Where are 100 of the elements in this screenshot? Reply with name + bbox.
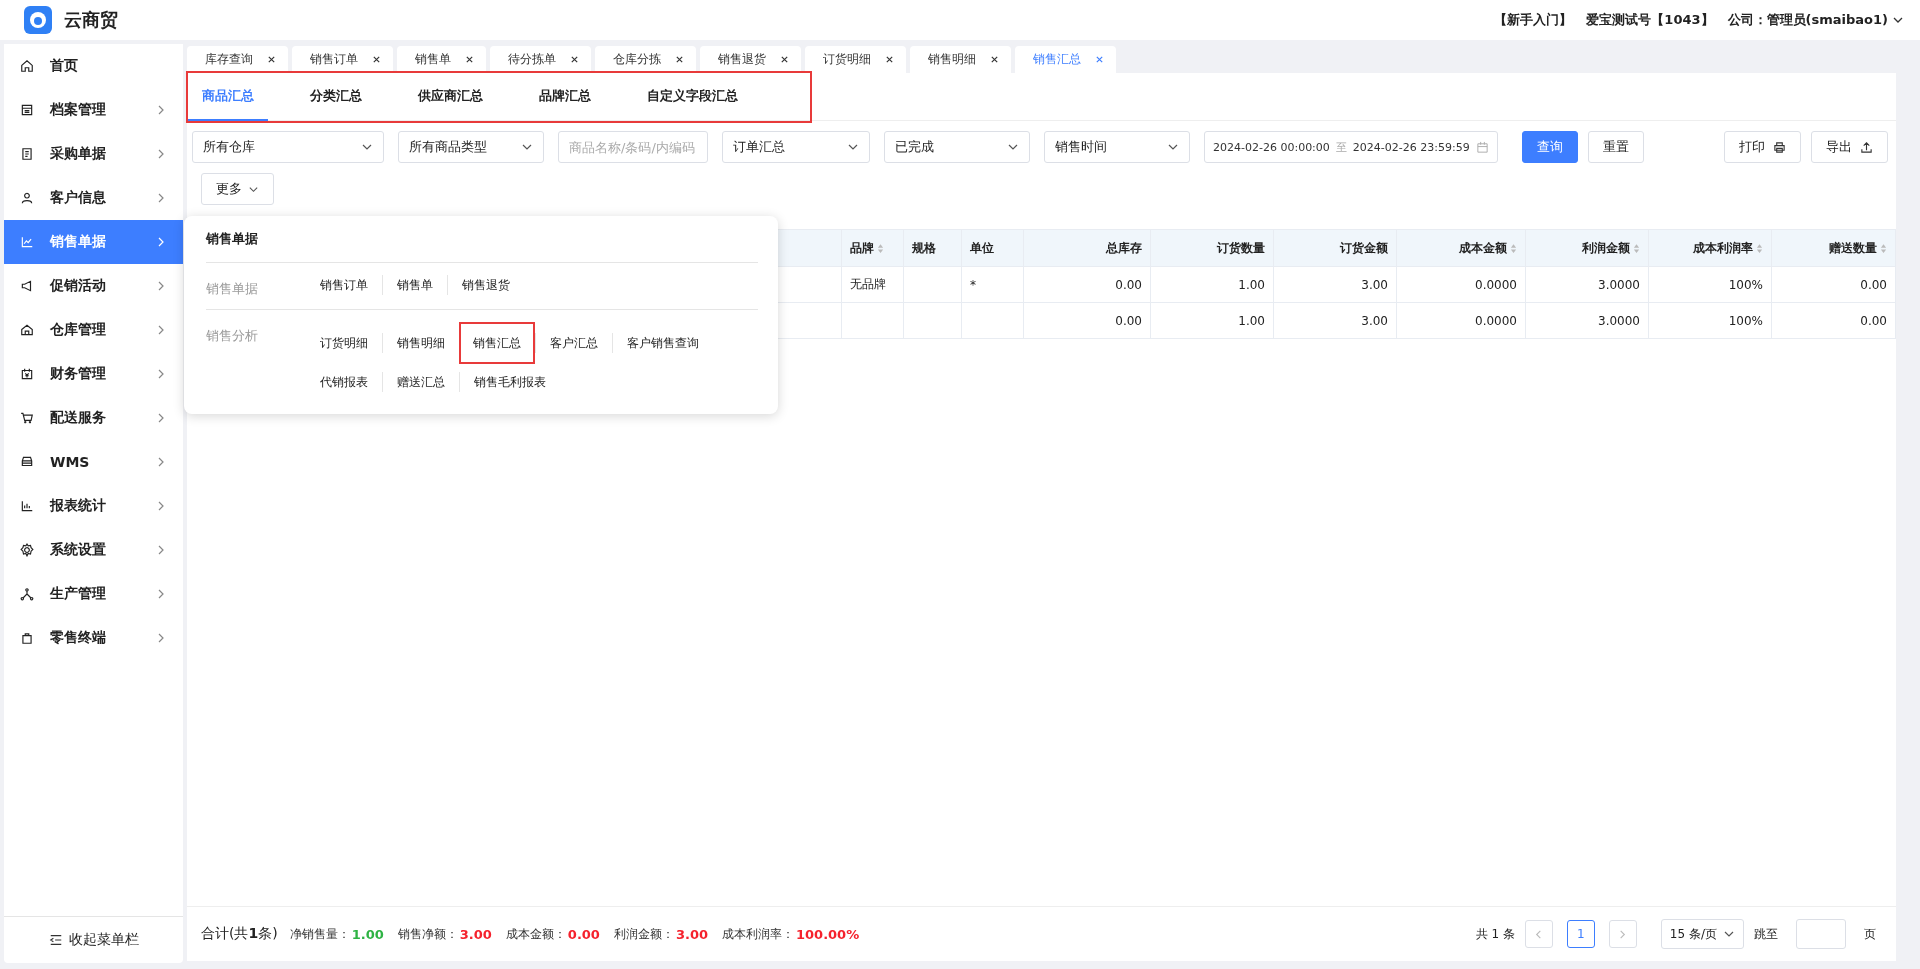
page-tab[interactable]: 销售退货	[700, 46, 801, 73]
stat-label: 利润金额：	[613, 925, 674, 943]
select-field[interactable]: 已完成	[884, 131, 1030, 163]
stat-label: 成本利润率：	[722, 925, 794, 943]
page-button[interactable]: 1	[1566, 920, 1595, 948]
menu-icon	[20, 631, 34, 645]
table-cell: 100%	[1728, 313, 1763, 328]
page-tab[interactable]: 销售订单	[292, 46, 393, 73]
close-icon[interactable]	[267, 55, 276, 64]
menu-icon	[20, 103, 34, 117]
more-button[interactable]: 更多	[201, 173, 274, 205]
sub-tab[interactable]: 品牌汇总	[525, 73, 605, 121]
sidebar-item[interactable]: 促销活动	[4, 264, 183, 308]
menu-link[interactable]: 销售汇总	[459, 322, 535, 364]
sub-tab[interactable]: 商品汇总	[188, 73, 268, 121]
close-icon[interactable]	[372, 55, 381, 64]
menu-icon	[20, 543, 34, 557]
menu-link[interactable]: 销售明细	[382, 333, 459, 353]
menu-icon	[20, 455, 34, 469]
page-tab[interactable]: 库存查询	[187, 46, 288, 73]
menu-icon	[20, 235, 34, 249]
column-header: 品牌	[841, 229, 904, 267]
column-header: 赠送数量	[1771, 229, 1896, 267]
query-button[interactable]: 查询	[1521, 131, 1578, 163]
table-cell: 0.00	[1115, 277, 1142, 292]
table-cell: 0.00	[1115, 313, 1142, 328]
sidebar-item[interactable]: 档案管理	[4, 88, 183, 132]
stat-value: 3.00	[459, 926, 492, 942]
menu-link[interactable]: 订货明细	[306, 333, 382, 353]
column-header: 订货数量	[1150, 229, 1274, 267]
menu-icon	[20, 279, 34, 293]
sidebar-item[interactable]: 销售单据	[4, 220, 183, 264]
sidebar-item[interactable]: 仓库管理	[4, 308, 183, 352]
app-logo	[24, 6, 52, 34]
column-header: 订货金额	[1273, 229, 1397, 267]
total-count: 共 1 条	[1475, 925, 1515, 943]
close-icon[interactable]	[465, 55, 474, 64]
table-cell: 1.00	[1238, 313, 1265, 328]
menu-icon	[20, 499, 34, 513]
sidebar-item[interactable]: 系统设置	[4, 528, 183, 572]
menu-link[interactable]: 销售毛利报表	[459, 372, 560, 392]
stat-value: 0.00	[567, 926, 600, 942]
close-icon[interactable]	[570, 55, 579, 64]
page-size-select[interactable]: 15 条/页	[1660, 919, 1744, 949]
sidebar-item[interactable]: 零售终端	[4, 616, 183, 660]
search-field[interactable]: 商品名称/条码/内编码	[558, 131, 708, 163]
sidebar-item[interactable]: WMS	[4, 440, 183, 484]
select-field[interactable]: 所有仓库	[192, 131, 384, 163]
page-tab[interactable]: 销售单	[397, 46, 486, 73]
column-header: 规格	[903, 229, 962, 267]
close-icon[interactable]	[885, 55, 894, 64]
sidebar-item[interactable]: 采购单据	[4, 132, 183, 176]
select-field[interactable]: 所有商品类型	[398, 131, 544, 163]
date-range-field[interactable]: 2024-02-26 00:00:00 至 2024-02-26 23:59:59	[1204, 131, 1498, 163]
stat-label: 净销售量：	[289, 925, 350, 943]
upload-icon	[1860, 140, 1873, 154]
menu-icon	[20, 59, 34, 73]
table-cell: 0.00	[1860, 277, 1887, 292]
page-tab[interactable]: 仓库分拣	[595, 46, 696, 73]
column-header: 总库存	[1023, 229, 1151, 267]
header-link[interactable]: 公司：管理员(smaibao1)	[1727, 11, 1888, 29]
menu-link[interactable]: 销售单	[382, 275, 447, 295]
page-tab[interactable]: 待分拣单	[490, 46, 591, 73]
menu-link[interactable]: 客户销售查询	[612, 333, 713, 353]
print-button[interactable]: 打印	[1724, 131, 1801, 163]
menu-link[interactable]: 销售退货	[447, 275, 524, 295]
select-field[interactable]: 订单汇总	[722, 131, 870, 163]
menu-link[interactable]: 赠送汇总	[382, 372, 459, 392]
page-tab[interactable]: 销售明细	[910, 46, 1011, 73]
sub-tab[interactable]: 分类汇总	[296, 73, 376, 121]
sidebar-item[interactable]: 客户信息	[4, 176, 183, 220]
sidebar-item[interactable]: 财务管理	[4, 352, 183, 396]
close-icon[interactable]	[675, 55, 684, 64]
select-field[interactable]: 销售时间	[1044, 131, 1190, 163]
page-input[interactable]	[1796, 919, 1846, 949]
jump-label: 跳至	[1754, 925, 1778, 943]
sub-tab[interactable]: 自定义字段汇总	[633, 73, 752, 121]
table-cell: *	[970, 277, 976, 292]
sidebar-item[interactable]: 首页	[4, 44, 183, 88]
sidebar-item[interactable]: 配送服务	[4, 396, 183, 440]
table-cell: 100%	[1728, 277, 1763, 292]
header-link[interactable]: 爱宝测试号【1043】	[1586, 11, 1714, 29]
sub-tab[interactable]: 供应商汇总	[404, 73, 497, 121]
menu-link[interactable]: 代销报表	[306, 372, 382, 392]
stat-label: 销售净额：	[397, 925, 458, 943]
table-cell: 0.00	[1860, 313, 1887, 328]
export-button[interactable]: 导出	[1811, 131, 1888, 163]
calendar-icon	[1475, 140, 1489, 154]
sidebar-item[interactable]: 生产管理	[4, 572, 183, 616]
header-link[interactable]: 【新手入门】	[1494, 11, 1573, 29]
total-label: 合计(共1条)	[201, 925, 278, 943]
sidebar-item[interactable]: 报表统计	[4, 484, 183, 528]
page-tab[interactable]: 订货明细	[805, 46, 906, 73]
close-icon[interactable]	[990, 55, 999, 64]
reset-button[interactable]: 重置	[1587, 131, 1644, 163]
menu-link[interactable]: 销售订单	[306, 275, 382, 295]
menu-link[interactable]: 客户汇总	[535, 333, 612, 353]
close-icon[interactable]	[780, 55, 789, 64]
page-tab[interactable]: 销售汇总	[1015, 46, 1116, 73]
collapse-menu-button[interactable]: 收起菜单栏	[4, 916, 183, 963]
